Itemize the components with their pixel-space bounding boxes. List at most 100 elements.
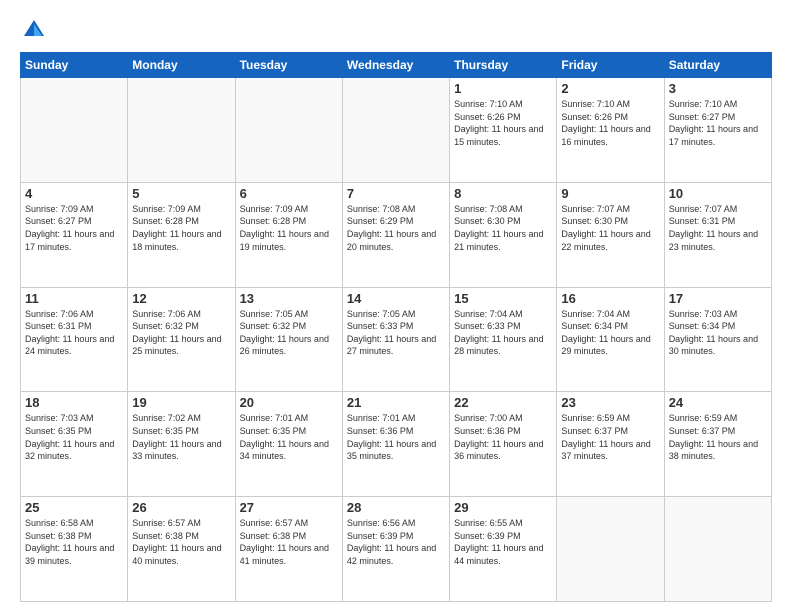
calendar-cell: 2 Sunrise: 7:10 AM Sunset: 6:26 PM Daylig… — [557, 78, 664, 183]
calendar-cell: 23Sunrise: 6:59 AM Sunset: 6:37 PM Dayli… — [557, 392, 664, 497]
calendar-cell: 18 Sunrise: 7:03 AM Sunset: 6:35 PM Dayli… — [21, 392, 128, 497]
day-number: 13 — [240, 291, 338, 306]
day-info: Sunrise: 7:08 AM Sunset: 6:29 PM Dayligh… — [347, 203, 445, 253]
day-number: 25 — [25, 500, 123, 515]
day-number: 3 — [669, 81, 767, 96]
day-info: Sunrise: 6:57 AM Sunset: 6:38 PM Dayligh… — [132, 517, 230, 567]
col-header-sunday: Sunday — [21, 53, 128, 78]
day-number: 28 — [347, 500, 445, 515]
day-number: 2 — [561, 81, 659, 96]
day-info: Sunrise: 7:10 AM Sunset: 6:27 PM Dayligh… — [669, 98, 767, 148]
day-info: Sunrise: 7:00 AM Sunset: 6:36 PM Dayligh… — [454, 412, 552, 462]
calendar-cell: 1Sunrise: 7:10 AM Sunset: 6:26 PM Daylig… — [450, 78, 557, 183]
calendar-week-3: 11 Sunrise: 7:06 AM Sunset: 6:31 PM Dayli… — [21, 287, 772, 392]
calendar-cell: 8Sunrise: 7:08 AM Sunset: 6:30 PM Daylig… — [450, 182, 557, 287]
calendar-cell: 14 Sunrise: 7:05 AM Sunset: 6:33 PM Dayli… — [342, 287, 449, 392]
col-header-wednesday: Wednesday — [342, 53, 449, 78]
day-number: 11 — [25, 291, 123, 306]
day-number: 20 — [240, 395, 338, 410]
day-info: Sunrise: 7:05 AM Sunset: 6:33 PM Dayligh… — [347, 308, 445, 358]
day-number: 10 — [669, 186, 767, 201]
calendar-cell: 3 Sunrise: 7:10 AM Sunset: 6:27 PM Daylig… — [664, 78, 771, 183]
day-number: 14 — [347, 291, 445, 306]
calendar-cell: 4 Sunrise: 7:09 AM Sunset: 6:27 PM Daylig… — [21, 182, 128, 287]
day-info: Sunrise: 7:10 AM Sunset: 6:26 PM Dayligh… — [454, 98, 552, 148]
day-info: Sunrise: 7:01 AM Sunset: 6:35 PM Dayligh… — [240, 412, 338, 462]
day-number: 15 — [454, 291, 552, 306]
calendar-cell: 5 Sunrise: 7:09 AM Sunset: 6:28 PM Daylig… — [128, 182, 235, 287]
day-number: 5 — [132, 186, 230, 201]
day-info: Sunrise: 7:05 AM Sunset: 6:32 PM Dayligh… — [240, 308, 338, 358]
day-number: 7 — [347, 186, 445, 201]
calendar-week-2: 4 Sunrise: 7:09 AM Sunset: 6:27 PM Daylig… — [21, 182, 772, 287]
header — [20, 16, 772, 44]
day-number: 17 — [669, 291, 767, 306]
calendar-cell: 9 Sunrise: 7:07 AM Sunset: 6:30 PM Daylig… — [557, 182, 664, 287]
day-number: 22 — [454, 395, 552, 410]
page: SundayMondayTuesdayWednesdayThursdayFrid… — [0, 0, 792, 612]
calendar-week-1: 1Sunrise: 7:10 AM Sunset: 6:26 PM Daylig… — [21, 78, 772, 183]
day-number: 24 — [669, 395, 767, 410]
day-info: Sunrise: 7:03 AM Sunset: 6:34 PM Dayligh… — [669, 308, 767, 358]
calendar-cell: 20 Sunrise: 7:01 AM Sunset: 6:35 PM Dayli… — [235, 392, 342, 497]
day-info: Sunrise: 6:59 AM Sunset: 6:37 PM Dayligh… — [561, 412, 659, 462]
calendar-cell: 27 Sunrise: 6:57 AM Sunset: 6:38 PM Dayli… — [235, 497, 342, 602]
calendar-cell — [342, 78, 449, 183]
calendar-cell: 24 Sunrise: 6:59 AM Sunset: 6:37 PM Dayli… — [664, 392, 771, 497]
day-info: Sunrise: 7:04 AM Sunset: 6:34 PM Dayligh… — [561, 308, 659, 358]
day-info: Sunrise: 6:59 AM Sunset: 6:37 PM Dayligh… — [669, 412, 767, 462]
day-info: Sunrise: 7:01 AM Sunset: 6:36 PM Dayligh… — [347, 412, 445, 462]
day-number: 19 — [132, 395, 230, 410]
calendar-week-5: 25 Sunrise: 6:58 AM Sunset: 6:38 PM Dayli… — [21, 497, 772, 602]
calendar-cell: 17 Sunrise: 7:03 AM Sunset: 6:34 PM Dayli… — [664, 287, 771, 392]
day-info: Sunrise: 6:58 AM Sunset: 6:38 PM Dayligh… — [25, 517, 123, 567]
calendar-cell: 16 Sunrise: 7:04 AM Sunset: 6:34 PM Dayli… — [557, 287, 664, 392]
day-number: 6 — [240, 186, 338, 201]
calendar-cell: 11 Sunrise: 7:06 AM Sunset: 6:31 PM Dayli… — [21, 287, 128, 392]
day-info: Sunrise: 7:07 AM Sunset: 6:31 PM Dayligh… — [669, 203, 767, 253]
calendar-cell: 15Sunrise: 7:04 AM Sunset: 6:33 PM Dayli… — [450, 287, 557, 392]
day-number: 8 — [454, 186, 552, 201]
day-info: Sunrise: 7:09 AM Sunset: 6:28 PM Dayligh… — [132, 203, 230, 253]
calendar-table: SundayMondayTuesdayWednesdayThursdayFrid… — [20, 52, 772, 602]
day-number: 26 — [132, 500, 230, 515]
day-info: Sunrise: 7:09 AM Sunset: 6:28 PM Dayligh… — [240, 203, 338, 253]
calendar-cell: 13 Sunrise: 7:05 AM Sunset: 6:32 PM Dayli… — [235, 287, 342, 392]
calendar-header-row: SundayMondayTuesdayWednesdayThursdayFrid… — [21, 53, 772, 78]
calendar-cell — [557, 497, 664, 602]
day-info: Sunrise: 7:06 AM Sunset: 6:31 PM Dayligh… — [25, 308, 123, 358]
calendar-cell — [664, 497, 771, 602]
day-number: 12 — [132, 291, 230, 306]
calendar-cell — [21, 78, 128, 183]
calendar-cell: 22 Sunrise: 7:00 AM Sunset: 6:36 PM Dayli… — [450, 392, 557, 497]
calendar-cell — [235, 78, 342, 183]
day-info: Sunrise: 7:10 AM Sunset: 6:26 PM Dayligh… — [561, 98, 659, 148]
day-info: Sunrise: 6:56 AM Sunset: 6:39 PM Dayligh… — [347, 517, 445, 567]
day-info: Sunrise: 7:06 AM Sunset: 6:32 PM Dayligh… — [132, 308, 230, 358]
col-header-monday: Monday — [128, 53, 235, 78]
calendar-cell: 7 Sunrise: 7:08 AM Sunset: 6:29 PM Daylig… — [342, 182, 449, 287]
calendar-cell: 29Sunrise: 6:55 AM Sunset: 6:39 PM Dayli… — [450, 497, 557, 602]
day-info: Sunrise: 7:09 AM Sunset: 6:27 PM Dayligh… — [25, 203, 123, 253]
calendar-cell: 12 Sunrise: 7:06 AM Sunset: 6:32 PM Dayli… — [128, 287, 235, 392]
calendar-cell: 6 Sunrise: 7:09 AM Sunset: 6:28 PM Daylig… — [235, 182, 342, 287]
calendar-cell: 26 Sunrise: 6:57 AM Sunset: 6:38 PM Dayli… — [128, 497, 235, 602]
col-header-friday: Friday — [557, 53, 664, 78]
day-number: 16 — [561, 291, 659, 306]
day-info: Sunrise: 7:07 AM Sunset: 6:30 PM Dayligh… — [561, 203, 659, 253]
day-info: Sunrise: 7:02 AM Sunset: 6:35 PM Dayligh… — [132, 412, 230, 462]
logo-icon — [20, 16, 48, 44]
calendar-week-4: 18 Sunrise: 7:03 AM Sunset: 6:35 PM Dayli… — [21, 392, 772, 497]
day-number: 27 — [240, 500, 338, 515]
day-info: Sunrise: 7:03 AM Sunset: 6:35 PM Dayligh… — [25, 412, 123, 462]
calendar-cell: 10 Sunrise: 7:07 AM Sunset: 6:31 PM Dayli… — [664, 182, 771, 287]
day-info: Sunrise: 6:57 AM Sunset: 6:38 PM Dayligh… — [240, 517, 338, 567]
day-number: 4 — [25, 186, 123, 201]
calendar-cell: 25 Sunrise: 6:58 AM Sunset: 6:38 PM Dayli… — [21, 497, 128, 602]
col-header-saturday: Saturday — [664, 53, 771, 78]
day-number: 9 — [561, 186, 659, 201]
day-number: 18 — [25, 395, 123, 410]
day-number: 29 — [454, 500, 552, 515]
calendar-cell: 21Sunrise: 7:01 AM Sunset: 6:36 PM Dayli… — [342, 392, 449, 497]
calendar-cell — [128, 78, 235, 183]
